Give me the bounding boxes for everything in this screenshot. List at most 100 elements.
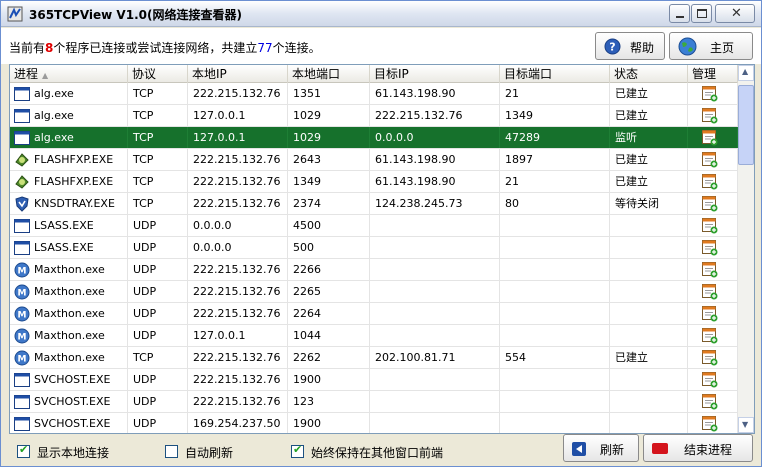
column-header-local-port[interactable]: 本地端口 <box>288 65 370 83</box>
manage-connection-icon[interactable] <box>702 372 718 388</box>
table-row[interactable]: alg.exe TCP 222.215.132.76 1351 61.143.198.9… <box>10 83 738 105</box>
process-cell: M Maxthon.exe <box>10 303 128 324</box>
table-row[interactable]: M Maxthon.exe UDP 222.215.132.76 2266 <box>10 259 738 281</box>
local-port-cell: 1044 <box>288 325 370 346</box>
help-label: 帮助 <box>630 41 655 55</box>
remote-ip-cell <box>370 391 500 412</box>
status-cell <box>610 413 688 433</box>
svg-text:M: M <box>18 333 27 343</box>
process-name: alg.exe <box>34 87 74 100</box>
scroll-down-button[interactable]: ▼ <box>738 417 754 433</box>
table-row[interactable]: LSASS.EXE UDP 0.0.0.0 4500 <box>10 215 738 237</box>
manage-connection-icon[interactable] <box>702 306 718 322</box>
table-row[interactable]: KNSDTRAY.EXE TCP 222.215.132.76 2374 124.238… <box>10 193 738 215</box>
remote-port-cell: 47289 <box>500 127 610 148</box>
local-ip-cell: 169.254.237.50 <box>188 413 288 433</box>
shield-icon <box>14 196 30 212</box>
process-name: Maxthon.exe <box>34 285 105 298</box>
column-header-remote-ip[interactable]: 目标IP <box>370 65 500 83</box>
manage-cell <box>688 391 738 412</box>
table-row[interactable]: SVCHOST.EXE UDP 222.215.132.76 1900 <box>10 369 738 391</box>
column-header-local-ip[interactable]: 本地IP <box>188 65 288 83</box>
local-port-cell: 1351 <box>288 83 370 104</box>
manage-connection-icon[interactable] <box>702 174 718 190</box>
remote-port-cell: 1897 <box>500 149 610 170</box>
checkbox-box[interactable] <box>291 443 304 458</box>
local-ip-cell: 222.215.132.76 <box>188 83 288 104</box>
table-row[interactable]: SVCHOST.EXE UDP 169.254.237.50 1900 <box>10 413 738 433</box>
manage-connection-icon[interactable] <box>702 416 718 432</box>
process-name: SVCHOST.EXE <box>34 395 111 408</box>
process-cell: M Maxthon.exe <box>10 281 128 302</box>
protocol-cell: TCP <box>128 171 188 192</box>
remote-port-cell <box>500 369 610 390</box>
table-row[interactable]: M Maxthon.exe TCP 222.215.132.76 2262 202.100… <box>10 347 738 369</box>
local-ip-cell: 222.215.132.76 <box>188 149 288 170</box>
column-header-remote-port[interactable]: 目标端口 <box>500 65 610 83</box>
column-header-manage[interactable]: 管理 <box>688 65 738 83</box>
process-name: FLASHFXP.EXE <box>34 153 114 166</box>
manage-connection-icon[interactable] <box>702 86 718 102</box>
manage-connection-icon[interactable] <box>702 284 718 300</box>
title-bar[interactable]: 365TCPView V1.0(网络连接查看器) ✕ <box>1 1 761 27</box>
column-header-status[interactable]: 状态 <box>610 65 688 83</box>
table-row[interactable]: alg.exe TCP 127.0.0.1 1029 0.0.0.0 47289 监听 <box>10 127 738 149</box>
manage-connection-icon[interactable] <box>702 240 718 256</box>
scroll-thumb[interactable] <box>738 85 754 165</box>
remote-ip-cell: 61.143.198.90 <box>370 171 500 192</box>
table-row[interactable]: M Maxthon.exe UDP 222.215.132.76 2265 <box>10 281 738 303</box>
protocol-cell: TCP <box>128 347 188 368</box>
process-cell: alg.exe <box>10 83 128 104</box>
checkbox-box[interactable] <box>17 443 30 458</box>
process-cell: KNSDTRAY.EXE <box>10 193 128 214</box>
home-button[interactable]: 主页 <box>669 32 753 60</box>
remote-ip-cell <box>370 413 500 433</box>
refresh-button[interactable]: 刷新 <box>563 434 639 462</box>
process-cell: LSASS.EXE <box>10 237 128 258</box>
maximize-button[interactable] <box>691 4 712 23</box>
manage-connection-icon[interactable] <box>702 218 718 234</box>
vertical-scrollbar[interactable]: ▲ ▼ <box>738 65 754 433</box>
summary-middle: 个程序已连接或尝试连接网络，共建立 <box>53 41 258 55</box>
manage-connection-icon[interactable] <box>702 350 718 366</box>
column-header-process[interactable]: 进程 ▲ <box>10 65 128 83</box>
table-row[interactable]: FLASHFXP.EXE TCP 222.215.132.76 1349 61.143.… <box>10 171 738 193</box>
manage-cell <box>688 281 738 302</box>
process-cell: M Maxthon.exe <box>10 325 128 346</box>
status-cell: 已建立 <box>610 83 688 104</box>
local-ip-cell: 222.215.132.76 <box>188 347 288 368</box>
table-row[interactable]: M Maxthon.exe UDP 127.0.0.1 1044 <box>10 325 738 347</box>
manage-cell <box>688 215 738 236</box>
remote-port-cell: 21 <box>500 83 610 104</box>
minimize-button[interactable] <box>669 4 690 23</box>
table-row[interactable]: FLASHFXP.EXE TCP 222.215.132.76 2643 61.143.… <box>10 149 738 171</box>
table-row[interactable]: LSASS.EXE UDP 0.0.0.0 500 <box>10 237 738 259</box>
protocol-cell: TCP <box>128 149 188 170</box>
table-row[interactable]: M Maxthon.exe UDP 222.215.132.76 2264 <box>10 303 738 325</box>
manage-connection-icon[interactable] <box>702 130 718 146</box>
manage-connection-icon[interactable] <box>702 152 718 168</box>
manage-connection-icon[interactable] <box>702 108 718 124</box>
protocol-cell: TCP <box>128 83 188 104</box>
manage-connection-icon[interactable] <box>702 394 718 410</box>
always-on-top-label: 始终保持在其他窗口前端 <box>311 446 444 460</box>
remote-port-cell <box>500 325 610 346</box>
scroll-up-button[interactable]: ▲ <box>738 65 754 81</box>
manage-connection-icon[interactable] <box>702 196 718 212</box>
remote-port-cell: 80 <box>500 193 610 214</box>
kill-process-button[interactable]: 结束进程 <box>643 434 753 462</box>
manage-connection-icon[interactable] <box>702 262 718 278</box>
checkbox-box[interactable] <box>165 445 178 458</box>
process-name: alg.exe <box>34 131 74 144</box>
local-port-cell: 1900 <box>288 369 370 390</box>
close-button[interactable]: ✕ <box>715 4 755 23</box>
table-row[interactable]: alg.exe TCP 127.0.0.1 1029 222.215.132.76 134… <box>10 105 738 127</box>
help-icon: ? <box>604 38 621 55</box>
remote-port-cell: 554 <box>500 347 610 368</box>
process-cell: SVCHOST.EXE <box>10 369 128 390</box>
manage-connection-icon[interactable] <box>702 328 718 344</box>
help-button[interactable]: ? 帮助 <box>595 32 665 60</box>
column-header-protocol[interactable]: 协议 <box>128 65 188 83</box>
table-row[interactable]: SVCHOST.EXE UDP 222.215.132.76 123 <box>10 391 738 413</box>
svg-text:M: M <box>18 267 27 277</box>
